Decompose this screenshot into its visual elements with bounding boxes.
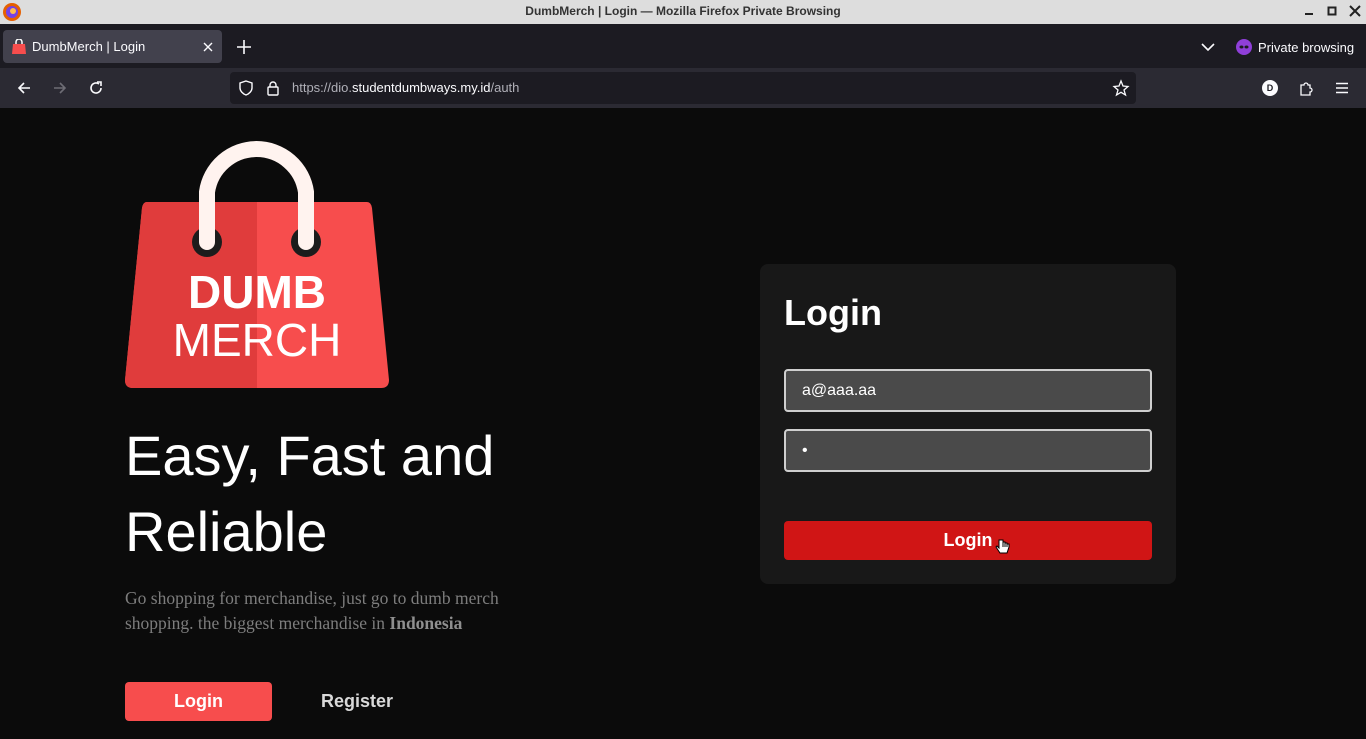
back-button[interactable] bbox=[15, 79, 33, 97]
password-field[interactable]: • bbox=[784, 429, 1152, 472]
url-bar[interactable]: https://dio.studentdumbways.my.id/auth bbox=[230, 72, 1136, 104]
menu-button[interactable] bbox=[1333, 79, 1351, 97]
email-field[interactable]: a@aaa.aa bbox=[784, 369, 1152, 412]
hamburger-menu-icon bbox=[1336, 82, 1348, 94]
new-tab-icon[interactable] bbox=[235, 38, 253, 56]
url-prefix: https://dio. bbox=[292, 80, 352, 95]
window-titlebar: DumbMerch | Login — Mozilla Firefox Priv… bbox=[0, 0, 1366, 24]
hero-tagline: Go shopping for merchandise, just go to … bbox=[125, 586, 535, 636]
tab-bar: DumbMerch | Login Private browsing bbox=[0, 24, 1366, 68]
tab-title: DumbMerch | Login bbox=[32, 39, 146, 54]
chevron-down-icon[interactable] bbox=[1200, 39, 1216, 55]
hero-headline: Easy, Fast and Reliable bbox=[125, 424, 495, 563]
url-host: studentdumbways.my.id bbox=[351, 80, 491, 95]
url-text[interactable]: https://dio.studentdumbways.my.id/auth bbox=[292, 80, 519, 95]
maximize-icon bbox=[1327, 6, 1337, 16]
account-avatar[interactable]: D bbox=[1262, 80, 1278, 96]
private-browsing-label: Private browsing bbox=[1258, 39, 1355, 55]
dumbmerch-logo: DUMB MERCH bbox=[125, 141, 389, 388]
navigation-toolbar: https://dio.studentdumbways.my.id/auth D bbox=[0, 68, 1366, 108]
logo-text-merch: MERCH bbox=[173, 314, 342, 366]
close-window-button[interactable] bbox=[1347, 3, 1363, 19]
hand-cursor-icon bbox=[995, 539, 1010, 554]
puzzle-icon bbox=[1300, 82, 1313, 96]
dumbmerch-favicon-icon bbox=[12, 39, 26, 54]
shield-icon[interactable] bbox=[238, 80, 254, 96]
login-card: Login a@aaa.aa • Login bbox=[760, 264, 1176, 584]
arrow-left-icon bbox=[17, 82, 30, 94]
login-title: Login bbox=[784, 292, 882, 333]
close-icon bbox=[203, 42, 213, 52]
hero-login-button[interactable]: Login bbox=[125, 682, 272, 721]
maximize-button[interactable] bbox=[1324, 3, 1340, 19]
window-title: DumbMerch | Login — Mozilla Firefox Priv… bbox=[525, 4, 841, 18]
lock-icon[interactable] bbox=[265, 80, 281, 96]
tagline-bold: Indonesia bbox=[389, 613, 463, 633]
hero-register-button[interactable]: Register bbox=[300, 682, 414, 721]
tab-close-button[interactable] bbox=[200, 39, 216, 55]
url-path: /auth bbox=[490, 80, 520, 95]
minimize-icon bbox=[1305, 13, 1313, 15]
forward-button[interactable] bbox=[51, 79, 69, 97]
reload-icon bbox=[90, 81, 102, 94]
close-icon bbox=[1349, 5, 1361, 17]
arrow-right-icon bbox=[54, 82, 67, 94]
private-browsing-indicator: Private browsing bbox=[1236, 37, 1354, 57]
logo-text-dumb: DUMB bbox=[188, 266, 326, 318]
bookmark-star-icon[interactable] bbox=[1112, 79, 1130, 97]
page-content: DUMB MERCH Easy, Fast and Reliable Go sh… bbox=[0, 108, 1366, 739]
private-mask-icon bbox=[1236, 39, 1252, 55]
reload-button[interactable] bbox=[87, 79, 105, 97]
minimize-button[interactable] bbox=[1301, 3, 1317, 19]
tab-dumbmerch-login[interactable]: DumbMerch | Login bbox=[3, 30, 222, 63]
extensions-button[interactable] bbox=[1297, 79, 1315, 97]
login-submit-button[interactable]: Login bbox=[784, 521, 1152, 560]
